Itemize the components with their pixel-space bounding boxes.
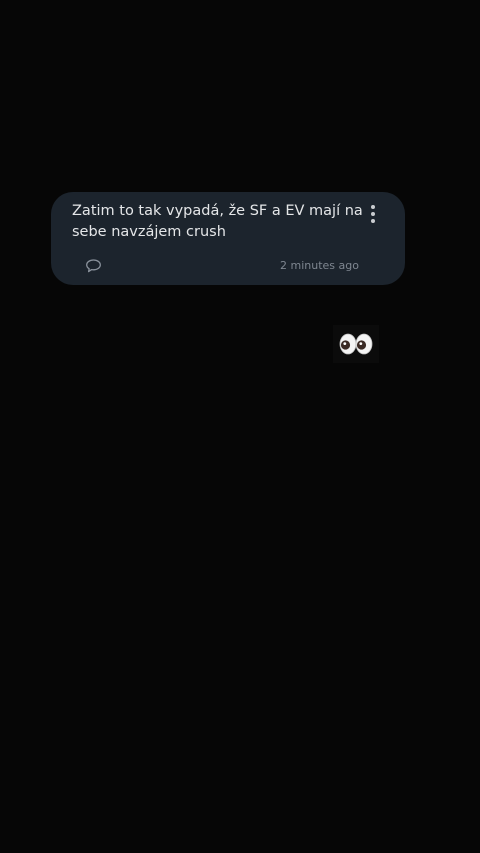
comment-button[interactable] [85,258,102,274]
more-vertical-icon [371,205,375,209]
more-options-button[interactable] [365,203,381,225]
comment-bubble-icon [86,259,101,273]
message-text: Zatim to tak vypadá, že SF a EV mají na … [72,203,363,240]
eyes-emoji-icon [339,333,373,355]
message-card[interactable]: Zatim to tak vypadá, že SF a EV mají na … [51,192,405,285]
more-vertical-icon-dot [371,219,375,223]
message-timestamp: 2 minutes ago [280,259,359,272]
eyes-reaction[interactable] [333,325,379,363]
more-vertical-icon-dot [371,212,375,216]
